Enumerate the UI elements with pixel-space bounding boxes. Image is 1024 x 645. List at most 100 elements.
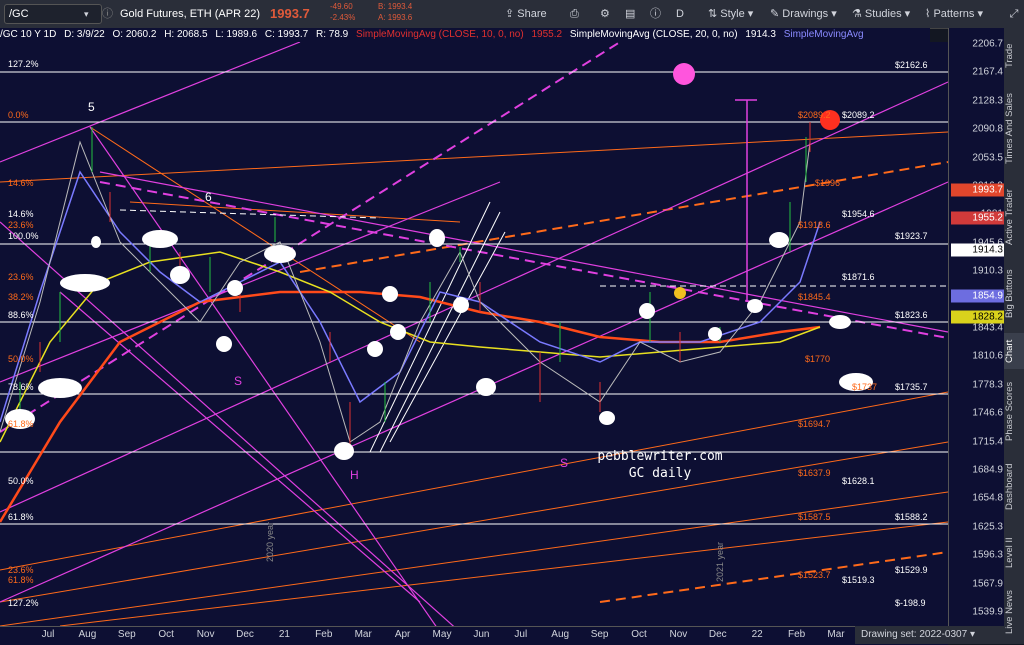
level-label: $1735.7 bbox=[895, 382, 928, 392]
price-badge: 1993.7 bbox=[951, 183, 1005, 197]
style-icon: ⇅ bbox=[708, 8, 721, 20]
time-tick: Jul bbox=[41, 629, 55, 640]
sidebar-tab-dashboard[interactable]: Dashboard bbox=[1004, 456, 1024, 518]
stat-high: H: 2068.5 bbox=[164, 29, 208, 40]
sidebar-tab-chart[interactable]: Chart bbox=[1004, 333, 1024, 369]
price-tick: 1810.6 bbox=[972, 350, 1003, 362]
level-label: $1529.9 bbox=[895, 565, 928, 575]
fib-label: 23.6% bbox=[8, 565, 34, 575]
share-label: Share bbox=[517, 8, 547, 20]
year-2021-label: 2021 year bbox=[715, 541, 725, 582]
level-label: $-198.9 bbox=[895, 598, 926, 608]
shoulder-label: S bbox=[234, 374, 243, 388]
interval-button[interactable]: D bbox=[676, 0, 684, 28]
price-tick: 1778.3 bbox=[972, 379, 1003, 391]
style-label: Style bbox=[720, 8, 745, 20]
price-badge: 1828.2 bbox=[951, 310, 1005, 324]
price-tick: 2090.8 bbox=[972, 123, 1003, 135]
level-label: $1954.6 bbox=[842, 209, 875, 219]
level-label: $1628.1 bbox=[842, 476, 875, 486]
time-tick: Oct bbox=[158, 629, 174, 640]
sidebar-tab-big-buttons[interactable]: Big Buttons bbox=[1004, 263, 1024, 325]
share-icon: ⇪ bbox=[505, 8, 518, 20]
fib-label: 50.0% bbox=[8, 354, 34, 364]
level-label: $1519.3 bbox=[842, 575, 875, 585]
patterns-button[interactable]: ⌇ Patterns ▾ bbox=[925, 0, 983, 28]
level-label: $1737 bbox=[852, 382, 878, 392]
time-tick: Sep bbox=[117, 629, 136, 640]
level-label: $2162.6 bbox=[895, 60, 928, 70]
studies-label: Studies bbox=[864, 8, 902, 20]
settings-button[interactable]: ⚙ bbox=[600, 0, 610, 28]
time-axis[interactable]: Jul Aug Sep Oct Nov Dec 21 Feb Mar Apr May Jun Jul Au… bbox=[0, 626, 962, 645]
time-tick: Feb bbox=[787, 629, 806, 640]
expand-icon[interactable]: ⤢ bbox=[1004, 0, 1024, 28]
drawings-button[interactable]: ✎ Drawings ▾ bbox=[770, 0, 837, 28]
sma10-label[interactable]: SimpleMovingAvg (CLOSE, 10, 0, no) bbox=[356, 29, 524, 40]
price-badge: 1955.2 bbox=[951, 211, 1005, 225]
fib-label: 38.2% bbox=[8, 292, 34, 302]
chart-drawings bbox=[0, 42, 948, 626]
symbol-dropdown-icon[interactable]: ▾ bbox=[84, 0, 89, 28]
time-tick: Dec bbox=[708, 629, 727, 640]
fib-label: 61.8% bbox=[8, 512, 34, 522]
info-icon[interactable]: ⓘ bbox=[102, 0, 113, 28]
time-tick: Feb bbox=[315, 629, 333, 640]
year-2020-label: 2020 year bbox=[265, 521, 275, 562]
price-tick: 1596.3 bbox=[972, 549, 1003, 561]
patterns-label: Patterns bbox=[933, 8, 975, 20]
price-tick: 1715.4 bbox=[972, 436, 1003, 448]
sidebar-tab-live-news[interactable]: Live News bbox=[1004, 586, 1024, 638]
time-tick: Dec bbox=[236, 629, 254, 640]
style-button[interactable]: ⇅ Style ▾ bbox=[708, 0, 753, 28]
fib-label: 127.2% bbox=[8, 598, 39, 608]
ask-price: A: 1993.6 bbox=[378, 13, 413, 22]
sidebar-tab-level-ii[interactable]: Level II bbox=[1004, 528, 1024, 578]
price-tick: 1910.3 bbox=[972, 265, 1003, 277]
time-tick: Apr bbox=[394, 629, 411, 640]
level-label: $1770 bbox=[805, 354, 831, 364]
price-tick: 1539.9 bbox=[972, 606, 1003, 618]
studies-button[interactable]: ⚗ Studies ▾ bbox=[852, 0, 910, 28]
sidebar-tab-active-trader[interactable]: Active Trader bbox=[1004, 178, 1024, 256]
price-chart[interactable]: 127.2% 0.0% 14.6% 14.6% 23.6% 100.0% 23.… bbox=[0, 42, 948, 626]
price-tick: 1746.6 bbox=[972, 407, 1003, 419]
fib-label: 61.8% bbox=[8, 419, 34, 429]
chart-header: /GC 10 Y 1D D: 3/9/22 O: 2060.2 H: 2068.… bbox=[0, 28, 930, 42]
share-button[interactable]: ⇪ Share bbox=[505, 0, 547, 28]
level-label: $1923.7 bbox=[895, 231, 928, 241]
sma-next-label[interactable]: SimpleMovingAvg bbox=[784, 29, 864, 40]
stat-open: O: 2060.2 bbox=[112, 29, 157, 40]
head-label: H bbox=[350, 468, 359, 482]
time-tick: Mar bbox=[827, 629, 845, 640]
level-label: $2089.2 bbox=[842, 110, 875, 120]
fib-label: 23.6% bbox=[8, 272, 34, 282]
time-tick: Aug bbox=[78, 629, 97, 640]
fib-label: 127.2% bbox=[8, 59, 39, 69]
layout-button[interactable]: ▤ bbox=[625, 0, 635, 28]
time-tick: Sep bbox=[590, 629, 609, 640]
level-label: $1918.6 bbox=[798, 220, 831, 230]
level-label: $1637.9 bbox=[798, 468, 831, 478]
drawing-set-selector[interactable]: Drawing set: 2022-0307 ▾ bbox=[855, 626, 1004, 644]
time-tick: Oct bbox=[631, 629, 647, 640]
sma20-label[interactable]: SimpleMovingAvg (CLOSE, 20, 0, no) bbox=[570, 29, 738, 40]
fib-label: 23.6% bbox=[8, 220, 34, 230]
price-tick: 1567.9 bbox=[972, 578, 1003, 590]
level-label: $1587.5 bbox=[798, 512, 831, 522]
fib-label: 50.0% bbox=[8, 476, 34, 486]
price-tick: 1684.9 bbox=[972, 464, 1003, 476]
price-axis[interactable]: 2206.72167.42128.32090.82053.52016.91981… bbox=[948, 28, 1005, 626]
sidebar-tab-times-and-sales[interactable]: Times And Sales bbox=[1004, 88, 1024, 170]
sidebar-tab-trade[interactable]: Trade bbox=[1004, 36, 1024, 76]
price-tick: 1654.8 bbox=[972, 492, 1003, 504]
info-button[interactable]: ⓘ bbox=[650, 0, 661, 28]
level-label: $1823.6 bbox=[895, 310, 928, 320]
price-tick: 1625.3 bbox=[972, 521, 1003, 533]
stat-date: D: 3/9/22 bbox=[64, 29, 105, 40]
drawings-label: Drawings bbox=[782, 8, 829, 20]
wave-6-label: 6 bbox=[205, 190, 212, 204]
sidebar-tab-phase-scores[interactable]: Phase Scores bbox=[1004, 373, 1024, 449]
level-label: $1588.2 bbox=[895, 512, 928, 522]
print-button[interactable]: ⎙ bbox=[570, 0, 579, 28]
